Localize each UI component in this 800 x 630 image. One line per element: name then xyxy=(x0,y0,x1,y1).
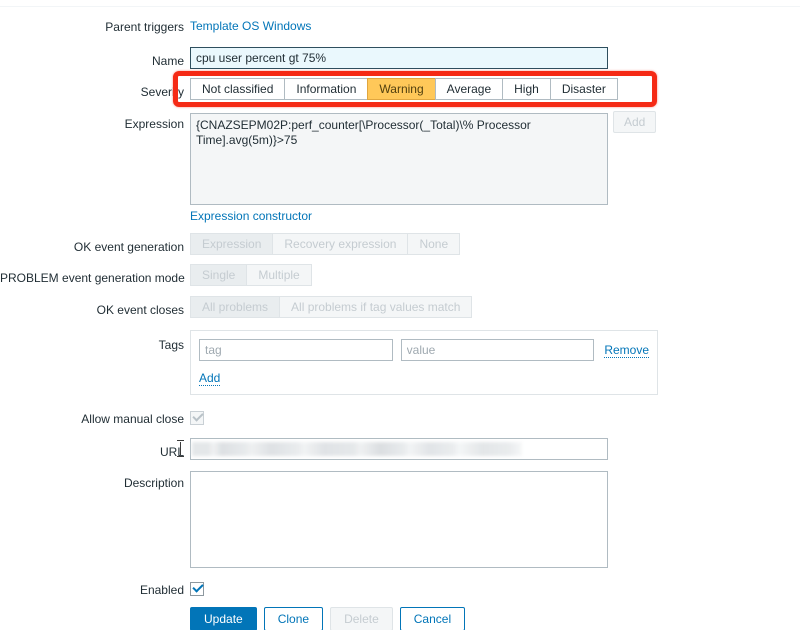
ok-event-closes-button-group[interactable]: All problems All problems if tag values … xyxy=(190,296,473,318)
tag-row: Remove xyxy=(199,339,649,361)
ok-event-generation-label: OK event generation xyxy=(73,240,184,254)
update-button[interactable]: Update xyxy=(190,607,257,630)
description-textarea[interactable] xyxy=(190,471,608,568)
name-input[interactable] xyxy=(190,47,608,69)
url-redacted-overlay xyxy=(192,442,522,456)
allow-manual-close-checkbox[interactable] xyxy=(190,410,204,425)
enabled-label: Enabled xyxy=(139,583,184,597)
severity-button-group[interactable]: Not classified Information Warning Avera… xyxy=(190,78,618,100)
problem-event-generation-mode-label: PROBLEM event generation mode xyxy=(0,271,185,285)
problem-event-generation-mode-option-multiple[interactable]: Multiple xyxy=(246,264,312,286)
severity-option-average[interactable]: Average xyxy=(434,78,503,100)
severity-option-not-classified[interactable]: Not classified xyxy=(190,78,285,100)
ok-event-generation-option-none[interactable]: None xyxy=(407,233,461,255)
parent-triggers-label: Parent triggers xyxy=(105,20,184,34)
ok-event-generation-option-expression[interactable]: Expression xyxy=(190,233,273,255)
expression-label: Expression xyxy=(124,117,184,131)
parent-trigger-template-link[interactable]: Template OS Windows xyxy=(190,19,311,33)
ok-event-closes-option-all-problems-tag-match[interactable]: All problems if tag values match xyxy=(279,296,473,318)
trigger-edit-form-page: Parent triggers Template OS Windows Name… xyxy=(0,0,800,630)
severity-option-high[interactable]: High xyxy=(502,78,550,100)
severity-option-disaster[interactable]: Disaster xyxy=(549,78,618,100)
tag-add-link[interactable]: Add xyxy=(199,371,221,386)
expression-textarea[interactable] xyxy=(190,113,608,205)
severity-option-information[interactable]: Information xyxy=(284,78,368,100)
clone-button[interactable]: Clone xyxy=(263,607,324,630)
severity-option-warning[interactable]: Warning xyxy=(367,78,435,100)
tag-remove-link[interactable]: Remove xyxy=(604,343,649,358)
tag-name-input[interactable] xyxy=(199,339,393,361)
tags-container: Remove Add xyxy=(190,330,658,395)
expression-constructor-link[interactable]: Expression constructor xyxy=(190,209,312,223)
ok-event-closes-option-all-problems[interactable]: All problems xyxy=(190,296,280,318)
enabled-checkbox[interactable] xyxy=(190,581,204,596)
description-label: Description xyxy=(123,476,184,490)
tag-value-input[interactable] xyxy=(400,339,595,361)
allow-manual-close-label: Allow manual close xyxy=(81,412,184,426)
name-label: Name xyxy=(151,54,184,68)
top-divider xyxy=(0,6,800,7)
severity-label: Severity xyxy=(140,85,184,99)
ok-event-closes-label: OK event closes xyxy=(96,303,184,317)
expression-add-button[interactable]: Add xyxy=(613,111,657,133)
problem-event-generation-mode-button-group[interactable]: Single Multiple xyxy=(190,264,312,286)
problem-event-generation-mode-option-single[interactable]: Single xyxy=(190,264,247,286)
tags-label: Tags xyxy=(158,338,184,352)
ok-event-generation-option-recovery-expression[interactable]: Recovery expression xyxy=(272,233,408,255)
ok-event-generation-button-group[interactable]: Expression Recovery expression None xyxy=(190,233,461,255)
delete-button[interactable]: Delete xyxy=(330,607,393,630)
cancel-button[interactable]: Cancel xyxy=(399,607,466,630)
url-label: URL xyxy=(159,445,184,459)
